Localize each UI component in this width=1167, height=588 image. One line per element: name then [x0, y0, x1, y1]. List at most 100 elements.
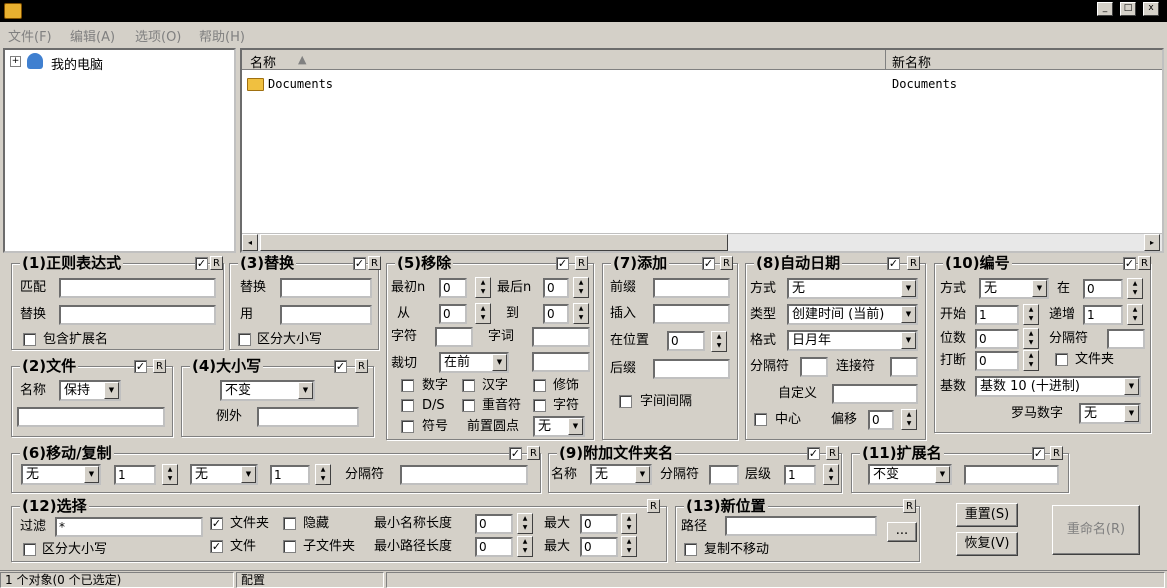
extension-input[interactable] [964, 465, 1059, 485]
num-break-input[interactable]: 0 [975, 351, 1019, 371]
chars2-checkbox[interactable] [533, 399, 546, 412]
browse-button[interactable]: ... [887, 522, 917, 542]
file-name-select[interactable]: 保持 ▼ [59, 380, 121, 401]
expand-icon[interactable]: + [10, 56, 21, 67]
minimize-button[interactable]: _ [1097, 2, 1113, 16]
append-enable-checkbox[interactable]: ✓ [807, 447, 820, 460]
digits-checkbox[interactable] [401, 379, 414, 392]
sel-files-checkbox[interactable]: ✓ [210, 540, 223, 553]
scroll-right-icon[interactable]: ▸ [1144, 234, 1160, 251]
scroll-thumb[interactable] [260, 234, 728, 251]
copy-no-move-checkbox[interactable] [684, 543, 697, 556]
min-name-spinner[interactable]: ▲ ▼ [517, 513, 533, 534]
move-num-1-spinner[interactable]: ▲ ▼ [162, 464, 178, 485]
menu-file[interactable]: 文件(F) [8, 26, 52, 45]
words-input[interactable] [532, 327, 590, 347]
auto-date-enable-checkbox[interactable]: ✓ [887, 257, 900, 270]
offset-spinner[interactable]: ▲ ▼ [901, 409, 917, 430]
match-input[interactable] [59, 278, 216, 298]
close-button[interactable]: x [1143, 2, 1159, 16]
menu-help[interactable]: 帮助(H) [199, 26, 245, 45]
selection-reset-button[interactable]: R [647, 499, 660, 513]
min-path-spinner[interactable]: ▲ ▼ [517, 536, 533, 557]
maximize-button[interactable]: □ [1120, 2, 1136, 16]
at-pos-spinner[interactable]: ▲ ▼ [711, 331, 727, 352]
from-input[interactable]: 0 [439, 304, 467, 324]
move-num-1[interactable]: 1 [114, 465, 156, 485]
append-name-select[interactable]: 无 ▼ [590, 464, 652, 485]
reset-button[interactable]: 重置(S) [956, 503, 1018, 527]
min-path-input[interactable]: 0 [475, 537, 513, 557]
regex-reset-button[interactable]: R [210, 256, 223, 270]
auto-date-reset-button[interactable]: R [907, 256, 920, 270]
num-break-spinner[interactable]: ▲ ▼ [1023, 350, 1039, 371]
word-space-checkbox[interactable] [619, 395, 632, 408]
extension-select[interactable]: 不变 ▼ [868, 464, 952, 485]
suffix-input[interactable] [653, 359, 730, 379]
from-spinner[interactable]: ▲ ▼ [475, 303, 491, 324]
regex-enable-checkbox[interactable]: ✓ [195, 257, 208, 270]
num-mode-select[interactable]: 无 ▼ [979, 278, 1049, 299]
add-reset-button[interactable]: R [720, 256, 733, 270]
replace-case-checkbox[interactable] [238, 333, 251, 346]
column-header-newname[interactable]: 新名称 [886, 50, 1162, 71]
num-incr-spinner[interactable]: ▲ ▼ [1127, 304, 1143, 325]
include-ext-checkbox[interactable] [23, 333, 36, 346]
crop-select[interactable]: 在前 ▼ [439, 352, 509, 373]
replace-reset-button[interactable]: R [368, 256, 381, 270]
date-type-select[interactable]: 创建时间 (当前) ▼ [787, 304, 918, 325]
min-name-input[interactable]: 0 [475, 514, 513, 534]
trim-checkbox[interactable] [533, 379, 546, 392]
last-n-spinner[interactable]: ▲ ▼ [573, 277, 589, 298]
file-reset-button[interactable]: R [153, 359, 166, 373]
except-input[interactable] [257, 407, 359, 427]
first-n-input[interactable]: 0 [439, 278, 467, 298]
to-input[interactable]: 0 [543, 304, 569, 324]
move-reset-button[interactable]: R [527, 446, 540, 460]
case-reset-button[interactable]: R [355, 359, 368, 373]
horizontal-scrollbar[interactable]: ◂ ▸ [242, 233, 1162, 251]
regex-replace-input[interactable] [59, 305, 216, 325]
num-incr-input[interactable]: 1 [1083, 305, 1123, 325]
add-enable-checkbox[interactable]: ✓ [702, 257, 715, 270]
filter-input[interactable]: * [55, 517, 203, 537]
num-start-input[interactable]: 1 [975, 305, 1019, 325]
prefix-input[interactable] [653, 278, 730, 298]
menu-options[interactable]: 选项(O) [135, 26, 181, 45]
last-n-input[interactable]: 0 [543, 278, 569, 298]
new-location-reset-button[interactable]: R [903, 499, 916, 513]
case-enable-checkbox[interactable]: ✓ [334, 360, 347, 373]
replace-enable-checkbox[interactable]: ✓ [353, 257, 366, 270]
insert-input[interactable] [653, 304, 730, 324]
numbering-reset-button[interactable]: R [1138, 256, 1151, 270]
column-header-name[interactable]: 名称 ▲ [242, 50, 886, 71]
at-pos-input[interactable]: 0 [667, 331, 705, 351]
max-name-input[interactable]: 0 [580, 514, 618, 534]
extension-reset-button[interactable]: R [1050, 446, 1063, 460]
move-enable-checkbox[interactable]: ✓ [509, 447, 522, 460]
max-path-spinner[interactable]: ▲ ▼ [621, 536, 637, 557]
date-mode-select[interactable]: 无 ▼ [787, 278, 918, 299]
num-digits-spinner[interactable]: ▲ ▼ [1023, 328, 1039, 349]
file-list[interactable]: 名称 ▲ 新名称 Documents Documents ◂ ▸ [240, 48, 1164, 253]
ds-checkbox[interactable] [401, 399, 414, 412]
connector-input[interactable] [890, 357, 918, 377]
move-select-2[interactable]: 无 ▼ [190, 464, 258, 485]
with-input[interactable] [280, 305, 372, 325]
num-digits-input[interactable]: 0 [975, 329, 1019, 349]
append-sep-input[interactable] [709, 465, 739, 485]
file-enable-checkbox[interactable]: ✓ [134, 360, 147, 373]
roman-select[interactable]: 无 ▼ [1079, 403, 1141, 424]
move-select-1[interactable]: 无 ▼ [21, 464, 101, 485]
scroll-left-icon[interactable]: ◂ [242, 234, 258, 251]
chinese-checkbox[interactable] [462, 379, 475, 392]
date-sep-input[interactable] [800, 357, 828, 377]
append-reset-button[interactable]: R [826, 446, 839, 460]
menu-edit[interactable]: 编辑(A) [70, 26, 115, 45]
replace-input[interactable] [280, 278, 372, 298]
sel-hidden-checkbox[interactable] [283, 517, 296, 530]
date-format-select[interactable]: 日月年 ▼ [787, 330, 918, 351]
file-name-input[interactable] [17, 407, 165, 427]
accents-checkbox[interactable] [462, 399, 475, 412]
folder-tree[interactable]: + 我的电脑 [3, 48, 236, 253]
